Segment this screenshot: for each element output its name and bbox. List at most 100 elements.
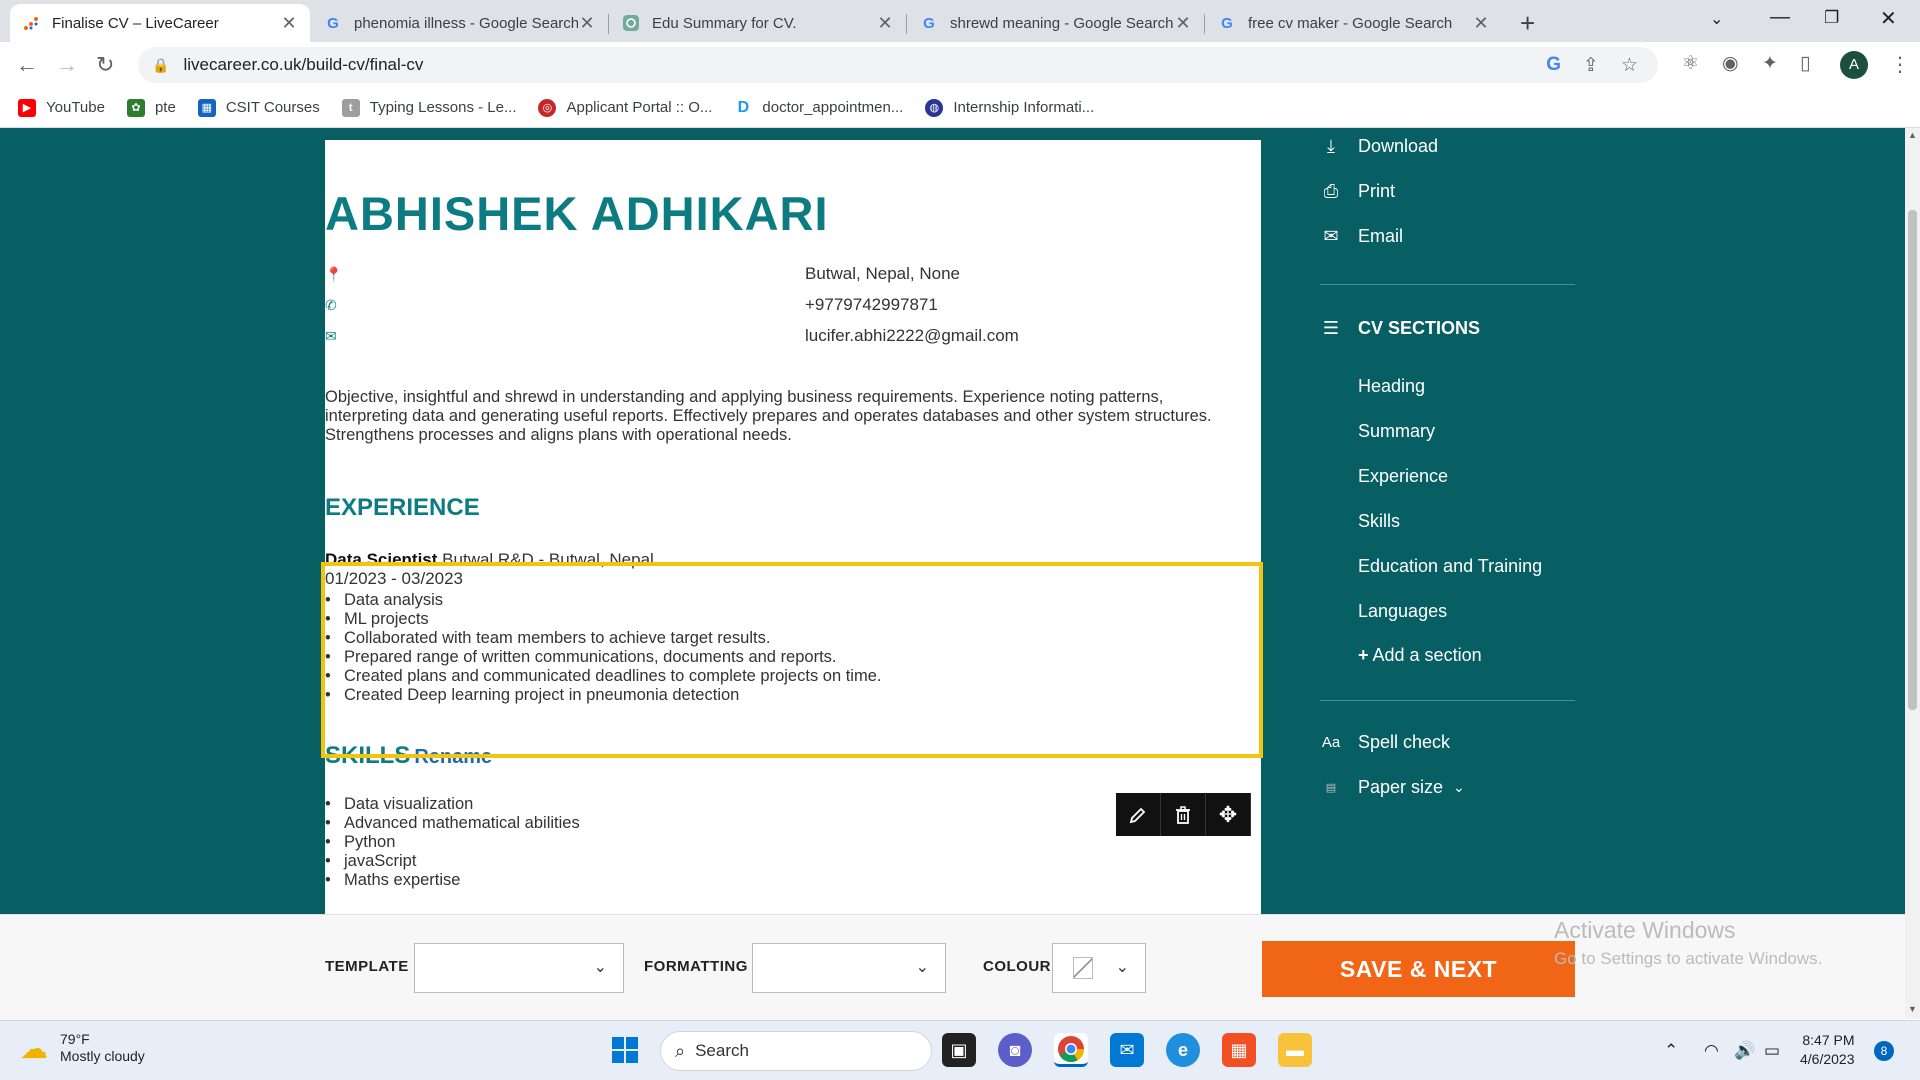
- close-tab-icon[interactable]: ✕: [578, 13, 596, 34]
- tab-title: Finalise CV – LiveCareer: [52, 14, 219, 32]
- task-view-icon[interactable]: ▣: [942, 1033, 976, 1067]
- add-section-button[interactable]: + Add a section: [1358, 645, 1482, 666]
- cv-address: Butwal, Nepal, None: [805, 264, 960, 283]
- delete-section-button[interactable]: [1161, 793, 1206, 836]
- address-bar[interactable]: 🔒 livecareer.co.uk/build-cv/final-cv G ⇪…: [138, 47, 1658, 83]
- mail-icon[interactable]: ✉: [1110, 1033, 1144, 1067]
- new-tab-button[interactable]: +: [1520, 8, 1535, 39]
- share-icon[interactable]: ⇪: [1583, 54, 1599, 77]
- move-icon: ✥: [1218, 801, 1238, 827]
- tab-shrewd[interactable]: G shrewd meaning - Google Search ✕: [908, 4, 1204, 42]
- minimize-button[interactable]: —: [1770, 6, 1790, 29]
- wifi-icon[interactable]: ◠: [1704, 1041, 1719, 1061]
- scroll-down-arrow[interactable]: ▼: [1908, 1004, 1917, 1014]
- bookmark-youtube[interactable]: ▶ YouTube: [18, 98, 105, 117]
- date: 4/6/2023: [1800, 1051, 1855, 1067]
- edge-icon[interactable]: e: [1166, 1033, 1200, 1067]
- template-select[interactable]: ⌄: [414, 943, 624, 993]
- tab-phenomia[interactable]: G phenomia illness - Google Search ✕: [312, 4, 608, 42]
- back-button[interactable]: ←: [16, 52, 38, 78]
- paper-size-dropdown[interactable]: ▤ Paper size ⌄: [1320, 777, 1465, 798]
- bookmark-internship[interactable]: ◍ Internship Informati...: [925, 98, 1095, 117]
- email-button[interactable]: ✉ Email: [1320, 226, 1403, 247]
- bookmark-star-icon[interactable]: ☆: [1621, 54, 1638, 77]
- tab-title: Edu Summary for CV.: [652, 14, 797, 32]
- google-lens-icon[interactable]: G: [1546, 54, 1561, 77]
- phone-icon: ✆: [325, 297, 337, 313]
- start-button[interactable]: [608, 1033, 642, 1067]
- cv-phone: +9779742997871: [805, 295, 938, 314]
- side-panel-icon[interactable]: ▯: [1800, 52, 1810, 75]
- extensions-icon[interactable]: ✦: [1762, 52, 1778, 75]
- save-next-button[interactable]: SAVE & NEXT: [1262, 941, 1575, 997]
- tab-search-chevron-icon[interactable]: ⌄: [1710, 9, 1723, 29]
- section-skills-link[interactable]: Skills: [1358, 511, 1400, 532]
- menu-icon[interactable]: ⋮: [1890, 52, 1910, 77]
- section-education-link[interactable]: Education and Training: [1358, 556, 1542, 577]
- section-summary-link[interactable]: Summary: [1358, 421, 1435, 442]
- scroll-thumb[interactable]: [1908, 210, 1917, 710]
- clock[interactable]: 8:47 PM 4/6/2023: [1800, 1031, 1855, 1069]
- tray-chevron-icon[interactable]: ⌃: [1664, 1041, 1678, 1061]
- tab-livecareer[interactable]: Finalise CV – LiveCareer ✕: [10, 4, 310, 42]
- time: 8:47 PM: [1802, 1032, 1855, 1048]
- cv-email: lucifer.abhi2222@gmail.com: [805, 326, 1019, 345]
- react-devtools-icon[interactable]: ⚛: [1682, 52, 1699, 75]
- tab-title: shrewd meaning - Google Search: [950, 14, 1174, 32]
- section-heading-link[interactable]: Heading: [1358, 376, 1425, 397]
- close-tab-icon[interactable]: ✕: [1472, 13, 1490, 34]
- windows-taskbar: ☁ 79°F Mostly cloudy ⌕ Search ▣ ◙ ✉ e ▦ ▬…: [0, 1020, 1920, 1080]
- colour-select[interactable]: ⌄: [1052, 943, 1146, 993]
- email-icon: ✉: [325, 328, 337, 344]
- typing-icon: t: [341, 98, 360, 117]
- edit-section-button[interactable]: [1116, 793, 1161, 836]
- bookmark-label: CSIT Courses: [225, 99, 320, 116]
- scroll-up-arrow[interactable]: ▲: [1908, 130, 1917, 140]
- action-label: Print: [1358, 181, 1396, 201]
- file-explorer-icon[interactable]: ▬: [1278, 1033, 1312, 1067]
- tab-edu-summary[interactable]: Edu Summary for CV. ✕: [610, 4, 906, 42]
- profile-avatar[interactable]: A: [1840, 51, 1868, 79]
- activate-windows-subtitle: Go to Settings to activate Windows.: [1554, 949, 1823, 968]
- spell-check-button[interactable]: Aa Spell check: [1320, 732, 1450, 753]
- notification-badge[interactable]: 8: [1874, 1041, 1894, 1061]
- close-tab-icon[interactable]: ✕: [1174, 13, 1192, 34]
- move-section-button[interactable]: ✥: [1206, 793, 1251, 836]
- cv-summary[interactable]: Objective, insightful and shrewd in unde…: [325, 388, 1225, 445]
- forward-button[interactable]: →: [56, 52, 78, 78]
- taskbar-search[interactable]: ⌕ Search: [660, 1031, 932, 1071]
- section-experience-link[interactable]: Experience: [1358, 466, 1448, 487]
- close-tab-icon[interactable]: ✕: [280, 13, 298, 34]
- download-button[interactable]: ⤓ Download: [1320, 136, 1438, 157]
- color-picker-icon[interactable]: ◉: [1722, 52, 1739, 75]
- url-text: livecareer.co.uk/build-cv/final-cv: [183, 55, 424, 74]
- location-icon: 📍: [325, 266, 343, 282]
- teams-chat-icon[interactable]: ◙: [998, 1033, 1032, 1067]
- close-window-button[interactable]: ✕: [1880, 6, 1897, 31]
- bookmark-applicant-portal[interactable]: ◎ Applicant Portal :: O...: [538, 98, 713, 117]
- bookmark-label: Internship Informati...: [953, 99, 1095, 116]
- chrome-icon[interactable]: [1054, 1033, 1088, 1067]
- formatting-select[interactable]: ⌄: [752, 943, 946, 993]
- reload-button[interactable]: ↻: [96, 52, 114, 78]
- volume-icon[interactable]: 🔊: [1734, 1041, 1755, 1061]
- bookmark-typing[interactable]: t Typing Lessons - Le...: [341, 98, 516, 117]
- battery-icon[interactable]: ▭: [1764, 1041, 1780, 1061]
- action-label: Download: [1358, 136, 1439, 156]
- page-scrollbar[interactable]: ▲ ▼: [1905, 128, 1920, 1019]
- search-placeholder: Search: [695, 1041, 749, 1060]
- store-icon[interactable]: ▦: [1222, 1033, 1256, 1067]
- bookmark-label: Applicant Portal :: O...: [566, 99, 713, 116]
- close-tab-icon[interactable]: ✕: [876, 13, 894, 34]
- restore-button[interactable]: ❐: [1824, 8, 1839, 28]
- tab-free-cv[interactable]: G free cv maker - Google Search ✕: [1206, 4, 1502, 42]
- weather-widget[interactable]: ☁ 79°F Mostly cloudy: [20, 1031, 145, 1065]
- trash-icon: [1176, 805, 1190, 824]
- print-button[interactable]: ⎙ Print: [1320, 181, 1395, 202]
- bookmark-pte[interactable]: ✿ pte: [126, 98, 176, 117]
- bookmark-csit[interactable]: ▦ CSIT Courses: [197, 98, 320, 117]
- section-languages-link[interactable]: Languages: [1358, 601, 1447, 622]
- template-label: TEMPLATE: [325, 958, 409, 975]
- bookmark-doctor[interactable]: Ddoctor_appointmen...: [734, 98, 903, 117]
- selected-section-outline[interactable]: [321, 562, 1263, 758]
